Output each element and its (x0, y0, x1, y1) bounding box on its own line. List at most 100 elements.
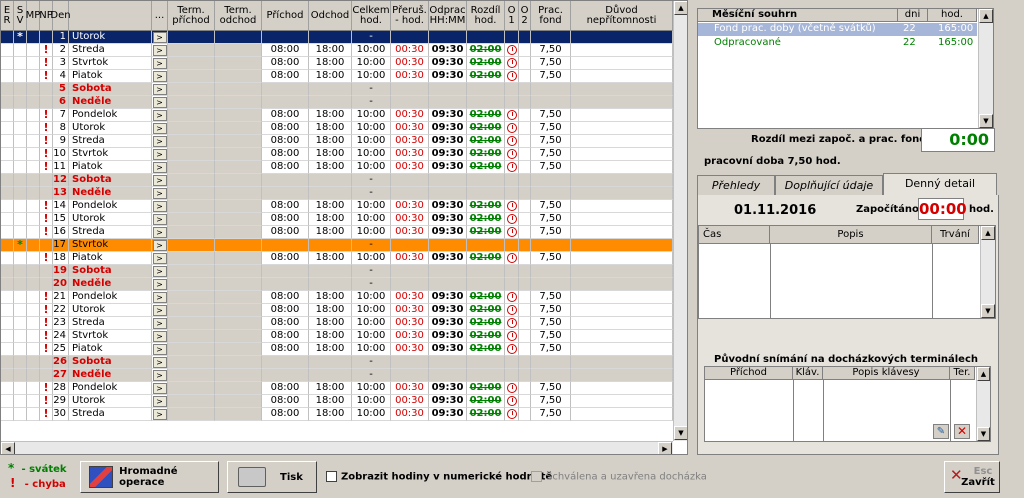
cell-arr[interactable]: > (152, 174, 168, 187)
cell-arr[interactable]: > (152, 317, 168, 330)
cell-arr[interactable]: > (152, 161, 168, 174)
tab-overview[interactable]: Přehledy (697, 175, 775, 195)
row-detail-button[interactable]: > (152, 188, 167, 199)
table-row[interactable]: ! 25 Piatok >08:00 18:00 10:00 00:30 09:30 02:00… (1, 343, 687, 356)
cell-arr[interactable]: > (152, 70, 168, 83)
table-row[interactable]: 5 Sobota > - (1, 83, 687, 96)
cell-arr[interactable]: > (152, 109, 168, 122)
column-header-rozd[interactable]: Rozdíl hod. (467, 1, 505, 31)
scroll-down-button[interactable]: ▼ (674, 426, 687, 440)
scroll-right-button[interactable]: ▶ (658, 442, 672, 454)
row-detail-button[interactable]: > (152, 370, 167, 381)
close-button[interactable]: Esc Zavřít ✕ (944, 461, 1000, 493)
table-row[interactable]: ! 2 Streda >08:00 18:00 10:00 00:30 09:30 02:00 7… (1, 44, 687, 57)
bulk-operations-button[interactable]: Hromadné operace (80, 461, 219, 493)
row-detail-button[interactable]: > (152, 279, 167, 290)
terminals-table[interactable]: Příchod Kláv. Popis klávesy Ter. ▲ ▼ ✎ ✕ (704, 366, 991, 442)
row-detail-button[interactable]: > (152, 84, 167, 95)
row-detail-button[interactable]: > (152, 357, 167, 368)
cell-arr[interactable]: > (152, 395, 168, 408)
table-row[interactable]: 27 Neděle > - (1, 369, 687, 382)
table-row[interactable]: ! 18 Piatok >08:00 18:00 10:00 00:30 09:30 02:00… (1, 252, 687, 265)
terminals-scroll-down[interactable]: ▼ (977, 427, 990, 441)
cell-arr[interactable]: > (152, 278, 168, 291)
summary-scrollbar[interactable]: ▲ ▼ (978, 9, 993, 128)
row-detail-button[interactable]: > (152, 201, 167, 212)
row-detail-button[interactable]: > (152, 331, 167, 342)
row-detail-button[interactable]: > (152, 97, 167, 108)
row-detail-button[interactable]: > (152, 292, 167, 303)
row-detail-button[interactable]: > (152, 71, 167, 82)
table-row[interactable]: ! 14 Pondelok >08:00 18:00 10:00 00:30 09:30 02:… (1, 200, 687, 213)
table-row[interactable]: 26 Sobota > - (1, 356, 687, 369)
delete-icon[interactable]: ✕ (954, 424, 970, 439)
table-row[interactable]: ! 30 Streda >08:00 18:00 10:00 00:30 09:30 02:00… (1, 408, 687, 421)
tab-daily-detail[interactable]: Denný detail (883, 173, 997, 195)
column-header-celk[interactable]: Celkem hod. (352, 1, 391, 31)
cell-arr[interactable]: > (152, 226, 168, 239)
column-header-day[interactable] (69, 1, 152, 31)
terminals-scrollbar[interactable]: ▲ ▼ (976, 367, 990, 441)
table-row[interactable]: ! 4 Piatok >08:00 18:00 10:00 00:30 09:30 02:00 7… (1, 70, 687, 83)
attendance-grid[interactable]: E RS V MP NP Den... Term. příchod Term. odcho… (0, 0, 688, 455)
row-detail-button[interactable]: > (152, 318, 167, 329)
row-detail-button[interactable]: > (152, 175, 167, 186)
row-detail-button[interactable]: > (152, 227, 167, 238)
table-row[interactable]: ! 22 Utorok >08:00 18:00 10:00 00:30 09:30 02:00… (1, 304, 687, 317)
row-detail-button[interactable]: > (152, 162, 167, 173)
table-row[interactable]: ! 7 Pondelok >08:00 18:00 10:00 00:30 09:30 02:0… (1, 109, 687, 122)
scroll-up-button[interactable]: ▲ (674, 1, 687, 15)
row-detail-button[interactable]: > (152, 123, 167, 134)
table-row[interactable]: ! 8 Utorok >08:00 18:00 10:00 00:30 09:30 02:00 7… (1, 122, 687, 135)
grid-scrollbar[interactable]: ▲ ▼ (673, 1, 687, 441)
row-detail-button[interactable]: > (152, 45, 167, 56)
table-row[interactable]: ! 28 Pondelok >08:00 18:00 10:00 00:30 09:30 02:… (1, 382, 687, 395)
row-detail-button[interactable]: > (152, 58, 167, 69)
table-row[interactable]: 13 Neděle > - (1, 187, 687, 200)
cell-arr[interactable]: > (152, 291, 168, 304)
cell-arr[interactable]: > (152, 213, 168, 226)
cell-arr[interactable]: > (152, 122, 168, 135)
table-row[interactable]: ! 3 Štvrtok >08:00 18:00 10:00 00:30 09:30 02:00… (1, 57, 687, 70)
column-header-er[interactable]: E R (1, 1, 14, 31)
cell-arr[interactable]: > (152, 252, 168, 265)
column-header-tp[interactable]: Term. příchod (168, 1, 215, 31)
table-row[interactable]: * 1 Utorok > - (1, 31, 687, 44)
row-detail-button[interactable]: > (152, 383, 167, 394)
table-row[interactable]: 19 Sobota > - (1, 265, 687, 278)
cell-arr[interactable]: > (152, 200, 168, 213)
tab-additional[interactable]: Doplňující údaje (775, 175, 883, 195)
column-header-mp[interactable]: MP (26, 1, 40, 31)
table-row[interactable]: 6 Neděle > - (1, 96, 687, 109)
table-row[interactable]: 20 Neděle > - (1, 278, 687, 291)
cell-arr[interactable]: > (152, 265, 168, 278)
cell-arr[interactable]: > (152, 369, 168, 382)
cell-arr[interactable]: > (152, 382, 168, 395)
numeric-hours-box[interactable] (326, 471, 337, 482)
cell-arr[interactable]: > (152, 408, 168, 421)
print-button[interactable]: Tisk (227, 461, 317, 493)
cell-arr[interactable]: > (152, 356, 168, 369)
approved-checkbox[interactable]: Schválena a uzavřena docházka (531, 471, 707, 484)
detail-table[interactable]: Čas Popis Trvání ▲ ▼ (698, 225, 996, 319)
detail-scrollbar[interactable]: ▲ ▼ (980, 226, 995, 318)
column-header-odch[interactable]: Odchod (309, 1, 352, 31)
column-header-o1[interactable]: O 1 (505, 1, 519, 31)
table-row[interactable]: ! 9 Streda >08:00 18:00 10:00 00:30 09:30 02:00 7… (1, 135, 687, 148)
table-row[interactable]: ! 29 Utorok >08:00 18:00 10:00 00:30 09:30 02:00… (1, 395, 687, 408)
row-detail-button[interactable]: > (152, 253, 167, 264)
summary-scroll-up[interactable]: ▲ (979, 9, 993, 23)
approved-box[interactable] (531, 471, 542, 482)
column-header-arr[interactable]: ... (152, 1, 168, 31)
row-detail-button[interactable]: > (152, 305, 167, 316)
table-row[interactable]: ! 10 Štvrtok >08:00 18:00 10:00 00:30 09:30 02:0… (1, 148, 687, 161)
summary-scroll-down[interactable]: ▼ (979, 114, 993, 128)
row-detail-button[interactable]: > (152, 409, 167, 420)
column-header-o2[interactable]: O 2 (519, 1, 531, 31)
cell-arr[interactable]: > (152, 343, 168, 356)
column-header-prer[interactable]: Přeruš. - hod. (391, 1, 429, 31)
column-header-duv[interactable]: Důvod nepřítomnosti (571, 1, 673, 31)
table-row[interactable]: ! 11 Piatok >08:00 18:00 10:00 00:30 09:30 02:00… (1, 161, 687, 174)
cell-arr[interactable]: > (152, 330, 168, 343)
cell-arr[interactable]: > (152, 135, 168, 148)
